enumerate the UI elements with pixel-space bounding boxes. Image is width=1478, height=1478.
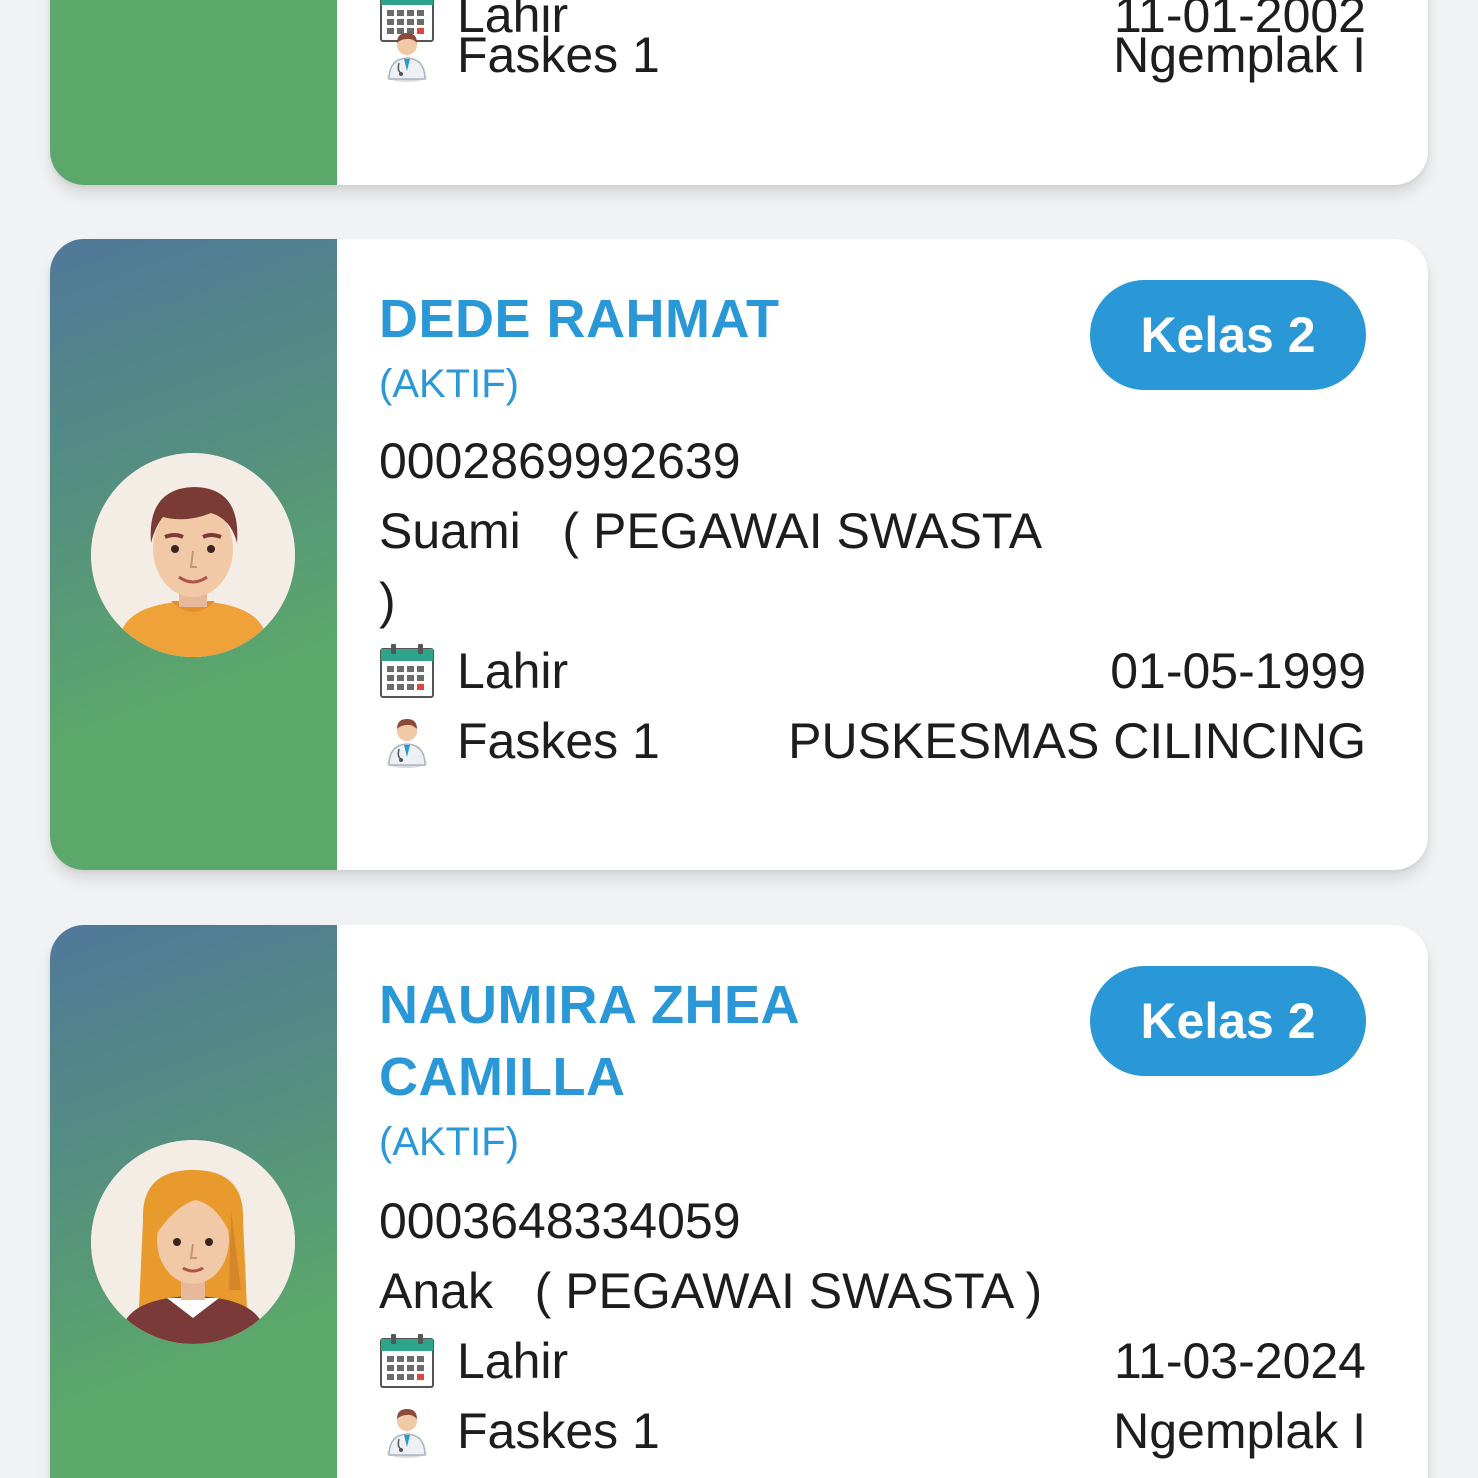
relation: Suami	[379, 503, 521, 559]
card-number: 0002869992639	[379, 433, 741, 489]
card-side-panel	[50, 925, 337, 1478]
female-avatar	[91, 1140, 295, 1344]
birth-label: Lahir	[457, 643, 569, 699]
birth-date: 01-05-1999	[1110, 643, 1366, 699]
class-badge: Kelas 2	[1090, 280, 1366, 390]
member-name: NAUMIRA ZHEA CAMILLA	[379, 975, 798, 1107]
birth-row: Lahir 11-03-2024	[379, 1326, 1366, 1396]
faskes-label: Faskes 1	[457, 713, 660, 769]
card-side-panel	[50, 239, 337, 870]
class-badge: Kelas 2	[1090, 966, 1366, 1076]
calendar-icon	[379, 1333, 435, 1389]
occupation-continuation: )	[379, 573, 396, 629]
card-content: DEDE RAHMAT (AKTIF) Kelas 2 000286999263…	[379, 239, 1366, 870]
relation-occupation: Suami ( PEGAWAI SWASTA	[379, 496, 1042, 566]
faskes-row: Faskes 1 PUSKESMAS CILINCING	[379, 706, 1366, 776]
birth-date: 11-03-2024	[1113, 1333, 1366, 1389]
doctor-icon	[379, 1403, 435, 1459]
faskes-value: PUSKESMAS CILINCING	[788, 713, 1366, 769]
card-side-panel	[50, 0, 337, 185]
faskes-row: Faskes 1 Ngemplak I	[379, 1396, 1366, 1466]
member-card[interactable]: NAUMIRA ZHEA CAMILLA (AKTIF) Kelas 2 000…	[50, 925, 1428, 1478]
member-status: (AKTIF)	[379, 1120, 519, 1164]
doctor-icon	[379, 27, 435, 83]
member-status: (AKTIF)	[379, 362, 519, 406]
member-card[interactable]: DEDE RAHMAT (AKTIF) Kelas 2 000286999263…	[50, 239, 1428, 870]
card-content: NAUMIRA ZHEA CAMILLA (AKTIF) Kelas 2 000…	[379, 925, 1366, 1478]
faskes-label: Faskes 1	[457, 27, 660, 83]
calendar-icon	[379, 643, 435, 699]
relation: Anak	[379, 1263, 493, 1319]
male-avatar	[91, 453, 295, 657]
member-card[interactable]: Lahir 11-01-2002 Faskes 1 Ngemplak I	[50, 0, 1428, 185]
faskes-value: Ngemplak I	[1113, 27, 1366, 83]
faskes-label: Faskes 1	[457, 1403, 660, 1459]
birth-row: Lahir 01-05-1999	[379, 636, 1366, 706]
card-number: 0003648334059	[379, 1193, 741, 1249]
faskes-row: Faskes 1 Ngemplak I	[379, 20, 1366, 90]
doctor-icon	[379, 713, 435, 769]
occupation: ( PEGAWAI SWASTA	[562, 503, 1043, 559]
faskes-value: Ngemplak I	[1113, 1403, 1366, 1459]
card-content: Lahir 11-01-2002 Faskes 1 Ngemplak I	[379, 0, 1366, 185]
birth-label: Lahir	[457, 1333, 569, 1389]
member-name: DEDE RAHMAT	[379, 289, 780, 349]
occupation: ( PEGAWAI SWASTA )	[534, 1263, 1043, 1319]
relation-occupation: Anak ( PEGAWAI SWASTA )	[379, 1256, 1042, 1326]
